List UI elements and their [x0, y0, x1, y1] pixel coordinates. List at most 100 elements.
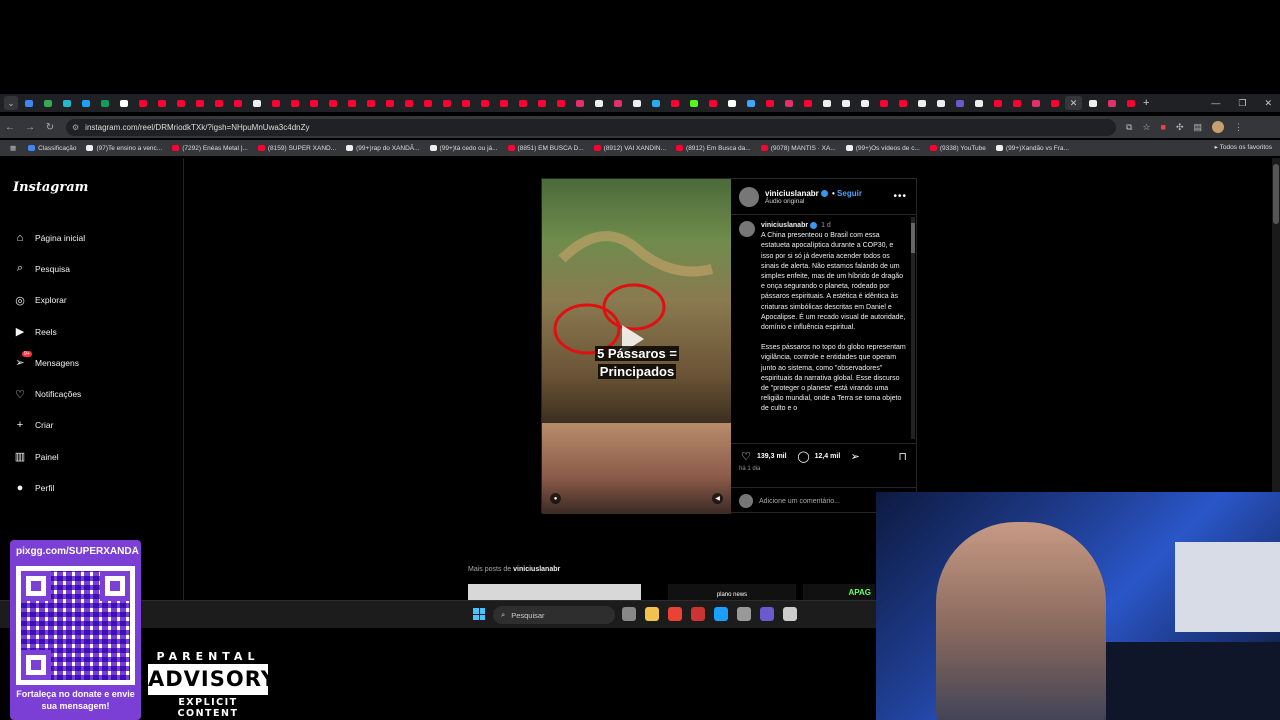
bookmark-item[interactable]: (99+)tá cedo ou já... — [429, 145, 498, 152]
taskbar-app-icon[interactable] — [668, 607, 682, 621]
url-bar[interactable]: ⚙ instagram.com/reel/DRMriodkTXk/?igsh=N… — [66, 118, 1116, 136]
taskbar-app-icon[interactable] — [737, 607, 751, 621]
browser-tab[interactable] — [39, 96, 56, 110]
browser-tab[interactable] — [1103, 96, 1120, 110]
taskbar-app-icon[interactable] — [622, 607, 636, 621]
site-info-icon[interactable]: ⚙ — [72, 123, 79, 132]
extensions-puzzle-icon[interactable]: ✣ — [1176, 122, 1184, 133]
tab-search-button[interactable]: ⌄ — [4, 96, 18, 110]
browser-tab[interactable] — [818, 96, 835, 110]
comment-icon[interactable]: ◯ — [797, 450, 811, 463]
save-icon[interactable]: ⊓ — [898, 450, 907, 463]
browser-tab[interactable] — [951, 96, 968, 110]
all-bookmarks[interactable]: ▸ Todos os favoritos — [1215, 143, 1272, 151]
caption-scrollbar[interactable] — [911, 217, 915, 439]
menu-icon[interactable]: ⋮ — [1234, 122, 1243, 133]
profile-avatar[interactable] — [1212, 121, 1225, 133]
sidebar-item-profile[interactable]: ● Perfil — [13, 472, 85, 503]
bookmark-item[interactable]: (9338) YouTube — [929, 145, 986, 152]
minimize-icon[interactable]: — — [1211, 98, 1220, 108]
browser-tab[interactable] — [58, 96, 75, 110]
browser-tab[interactable] — [533, 96, 550, 110]
sidebar-item-plus[interactable]: + Criar — [13, 410, 85, 441]
start-icon[interactable] — [473, 608, 485, 620]
browser-tab[interactable] — [780, 96, 797, 110]
browser-tab[interactable] — [837, 96, 854, 110]
bookmark-item[interactable]: Classificação — [28, 145, 76, 152]
more-options-icon[interactable]: ••• — [893, 191, 907, 202]
browser-tab[interactable] — [932, 96, 949, 110]
install-app-icon[interactable]: ⧉ — [1126, 122, 1132, 133]
share-icon[interactable]: ➢ — [848, 450, 862, 463]
bookmark-item[interactable]: (99+)Xandão vs Fra... — [995, 145, 1069, 152]
like-icon[interactable]: ♡ — [739, 450, 753, 463]
restore-icon[interactable]: ❐ — [1238, 98, 1246, 109]
browser-tab[interactable] — [20, 96, 37, 110]
close-tab-icon[interactable]: ✕ — [1070, 98, 1078, 109]
sidebar-item-home[interactable]: ⌂ Página inicial — [13, 222, 85, 253]
browser-tab[interactable] — [457, 96, 474, 110]
browser-tab[interactable] — [229, 96, 246, 110]
browser-tab[interactable] — [590, 96, 607, 110]
bookmark-item[interactable]: (7292) Enéas Metal |... — [172, 145, 248, 152]
browser-tab[interactable] — [267, 96, 284, 110]
mute-icon[interactable]: ◀ — [712, 493, 723, 504]
reload-icon[interactable]: ↻ — [40, 122, 60, 133]
browser-tab[interactable] — [400, 96, 417, 110]
browser-tab[interactable] — [628, 96, 645, 110]
browser-tab[interactable] — [324, 96, 341, 110]
taskbar-app-icon[interactable] — [714, 607, 728, 621]
bookmark-star-icon[interactable]: ☆ — [1142, 122, 1150, 133]
browser-tab[interactable] — [571, 96, 588, 110]
browser-tab[interactable] — [666, 96, 683, 110]
browser-tab[interactable] — [970, 96, 987, 110]
bookmark-item[interactable]: (9078) MANTIS · XA... — [760, 145, 836, 152]
bookmark-item[interactable]: (8851) EM BUSCA D... — [507, 145, 584, 152]
browser-tab[interactable] — [742, 96, 759, 110]
browser-tab[interactable] — [419, 96, 436, 110]
browser-tab[interactable] — [134, 96, 151, 110]
browser-tab[interactable] — [172, 96, 189, 110]
caption-username[interactable]: viniciuslanabr — [761, 222, 808, 229]
audio-label[interactable]: Áudio original — [765, 198, 862, 205]
browser-tab[interactable] — [476, 96, 493, 110]
browser-tab[interactable] — [96, 96, 113, 110]
reel-video[interactable]: 5 Pássaros = Principados ● ◀ — [542, 179, 731, 514]
sidebar-item-messages[interactable]: ➢ 9+ Mensagens — [13, 347, 85, 378]
sidebar-icon[interactable]: ▤ — [1194, 122, 1203, 133]
browser-tab[interactable] — [704, 96, 721, 110]
sidebar-item-dashboard[interactable]: ▥ Painel — [13, 441, 85, 472]
post-thumbnail[interactable]: plano news — [668, 584, 796, 600]
browser-tab[interactable] — [210, 96, 227, 110]
apps-icon[interactable]: ▦ — [10, 144, 16, 152]
author-avatar[interactable] — [739, 186, 759, 207]
browser-tab[interactable] — [799, 96, 816, 110]
browser-tab[interactable] — [286, 96, 303, 110]
bookmark-item[interactable]: (8159) SUPER XAND... — [257, 145, 336, 152]
browser-tab[interactable] — [1122, 96, 1139, 110]
taskbar-app-icon[interactable] — [783, 607, 797, 621]
browser-tab[interactable] — [647, 96, 664, 110]
taskbar-app-icon[interactable] — [645, 607, 659, 621]
browser-tab[interactable] — [723, 96, 740, 110]
bookmark-item[interactable]: (99+)rap do XANDÃ... — [346, 145, 420, 152]
close-window-icon[interactable]: ✕ — [1264, 98, 1272, 109]
browser-tab[interactable] — [343, 96, 360, 110]
browser-tab[interactable] — [438, 96, 455, 110]
like-count[interactable]: 139,3 mil — [757, 453, 787, 460]
browser-tab[interactable] — [153, 96, 170, 110]
browser-tab[interactable] — [894, 96, 911, 110]
follow-button[interactable]: Seguir — [837, 189, 862, 198]
sidebar-item-search[interactable]: ⌕ Pesquisa — [13, 253, 85, 284]
browser-tab[interactable] — [305, 96, 322, 110]
sidebar-item-compass[interactable]: ◎ Explorar — [13, 285, 85, 316]
browser-tab[interactable] — [1008, 96, 1025, 110]
browser-tab[interactable] — [248, 96, 265, 110]
browser-tab[interactable] — [1027, 96, 1044, 110]
active-tab[interactable]: ✕ — [1065, 96, 1082, 110]
browser-tab[interactable] — [609, 96, 626, 110]
taskbar-app-icon[interactable] — [691, 607, 705, 621]
sidebar-item-heart[interactable]: ♡ Notificações — [13, 378, 85, 409]
browser-tab[interactable] — [761, 96, 778, 110]
post-thumbnail[interactable] — [468, 584, 641, 600]
